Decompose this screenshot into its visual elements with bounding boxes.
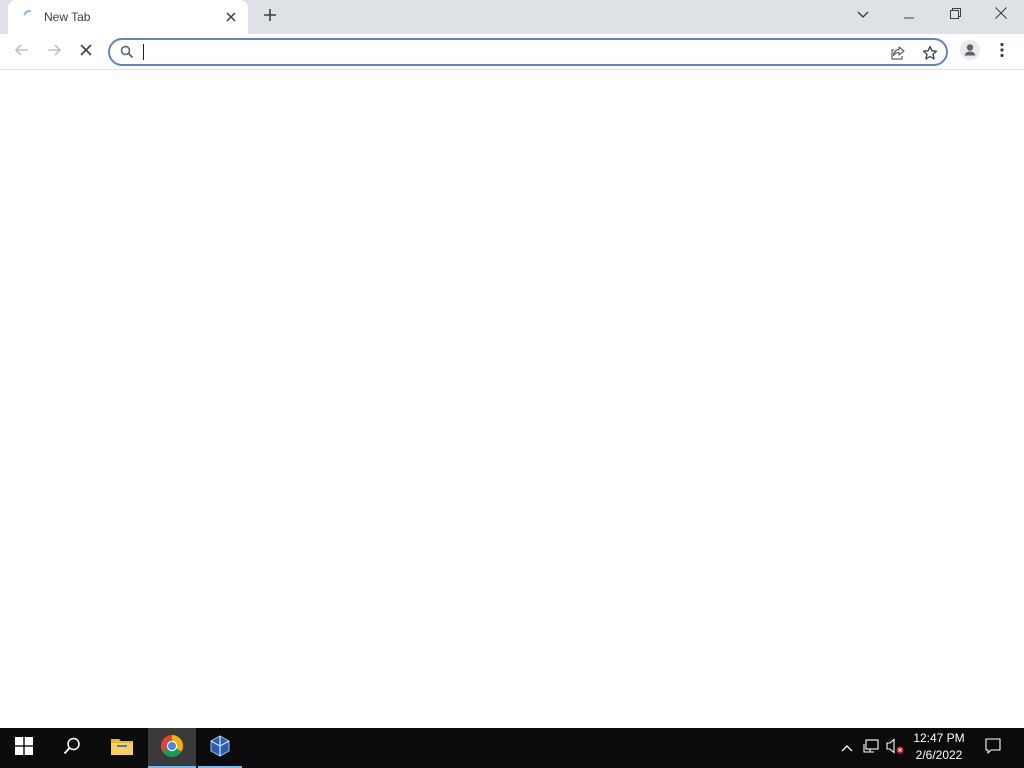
- taskbar-chrome[interactable]: [148, 728, 196, 768]
- notifications-button[interactable]: [978, 728, 1008, 768]
- windows-icon: [15, 736, 33, 760]
- window-close-button[interactable]: [978, 0, 1024, 30]
- folder-icon: [110, 736, 134, 761]
- volume-muted-icon: [886, 737, 904, 759]
- search-icon: [63, 737, 81, 760]
- taskbar-search-button[interactable]: [48, 728, 96, 768]
- clock-date: 2/6/2022: [915, 748, 963, 762]
- close-icon[interactable]: [222, 8, 240, 26]
- profile-button[interactable]: [956, 38, 984, 66]
- network-button[interactable]: [860, 728, 882, 768]
- close-icon: [995, 6, 1007, 24]
- search-icon: [120, 45, 134, 59]
- restore-icon: [949, 6, 961, 24]
- tab-title: New Tab: [44, 10, 91, 24]
- chevron-up-icon: [841, 739, 853, 757]
- taskbar-file-explorer[interactable]: [98, 728, 146, 768]
- stop-loading-button[interactable]: [72, 38, 100, 66]
- close-icon: [80, 43, 92, 61]
- minimize-button[interactable]: [886, 0, 932, 30]
- text-caret: [143, 44, 144, 60]
- taskbar: 12:47 PM 2/6/2022: [0, 728, 1024, 768]
- back-button[interactable]: [8, 38, 36, 66]
- chevron-down-icon: [857, 6, 869, 24]
- start-button[interactable]: [0, 728, 48, 768]
- clock[interactable]: 12:47 PM 2/6/2022: [904, 730, 974, 766]
- network-icon: [863, 738, 879, 759]
- tray-overflow-button[interactable]: [836, 728, 858, 768]
- chrome-icon: [160, 734, 184, 763]
- notification-icon: [985, 737, 1001, 759]
- plus-icon: [263, 8, 277, 27]
- address-input[interactable]: [142, 43, 872, 61]
- new-tab-button[interactable]: [258, 5, 282, 29]
- star-icon[interactable]: [920, 43, 940, 63]
- arrow-left-icon: [14, 42, 30, 63]
- forward-button[interactable]: [40, 38, 68, 66]
- restore-button[interactable]: [932, 0, 978, 30]
- share-icon[interactable]: [888, 43, 908, 63]
- address-bar[interactable]: [108, 38, 948, 66]
- clock-time: 12:47 PM: [913, 731, 965, 745]
- volume-button[interactable]: [884, 728, 906, 768]
- profile-icon: [960, 39, 980, 65]
- cube-icon: [208, 734, 232, 763]
- arrow-right-icon: [46, 42, 62, 63]
- kebab-menu-icon: [1000, 42, 1004, 63]
- tab-new-tab[interactable]: New Tab: [8, 0, 248, 34]
- browser-toolbar: [0, 34, 1024, 70]
- loading-spinner-icon: [22, 9, 38, 25]
- tab-strip: New Tab: [0, 0, 1024, 34]
- taskbar-virtualbox[interactable]: [198, 728, 242, 768]
- tab-search-button[interactable]: [840, 0, 886, 30]
- menu-button[interactable]: [988, 38, 1016, 66]
- page-content: [0, 70, 1024, 728]
- minimize-icon: [904, 6, 914, 24]
